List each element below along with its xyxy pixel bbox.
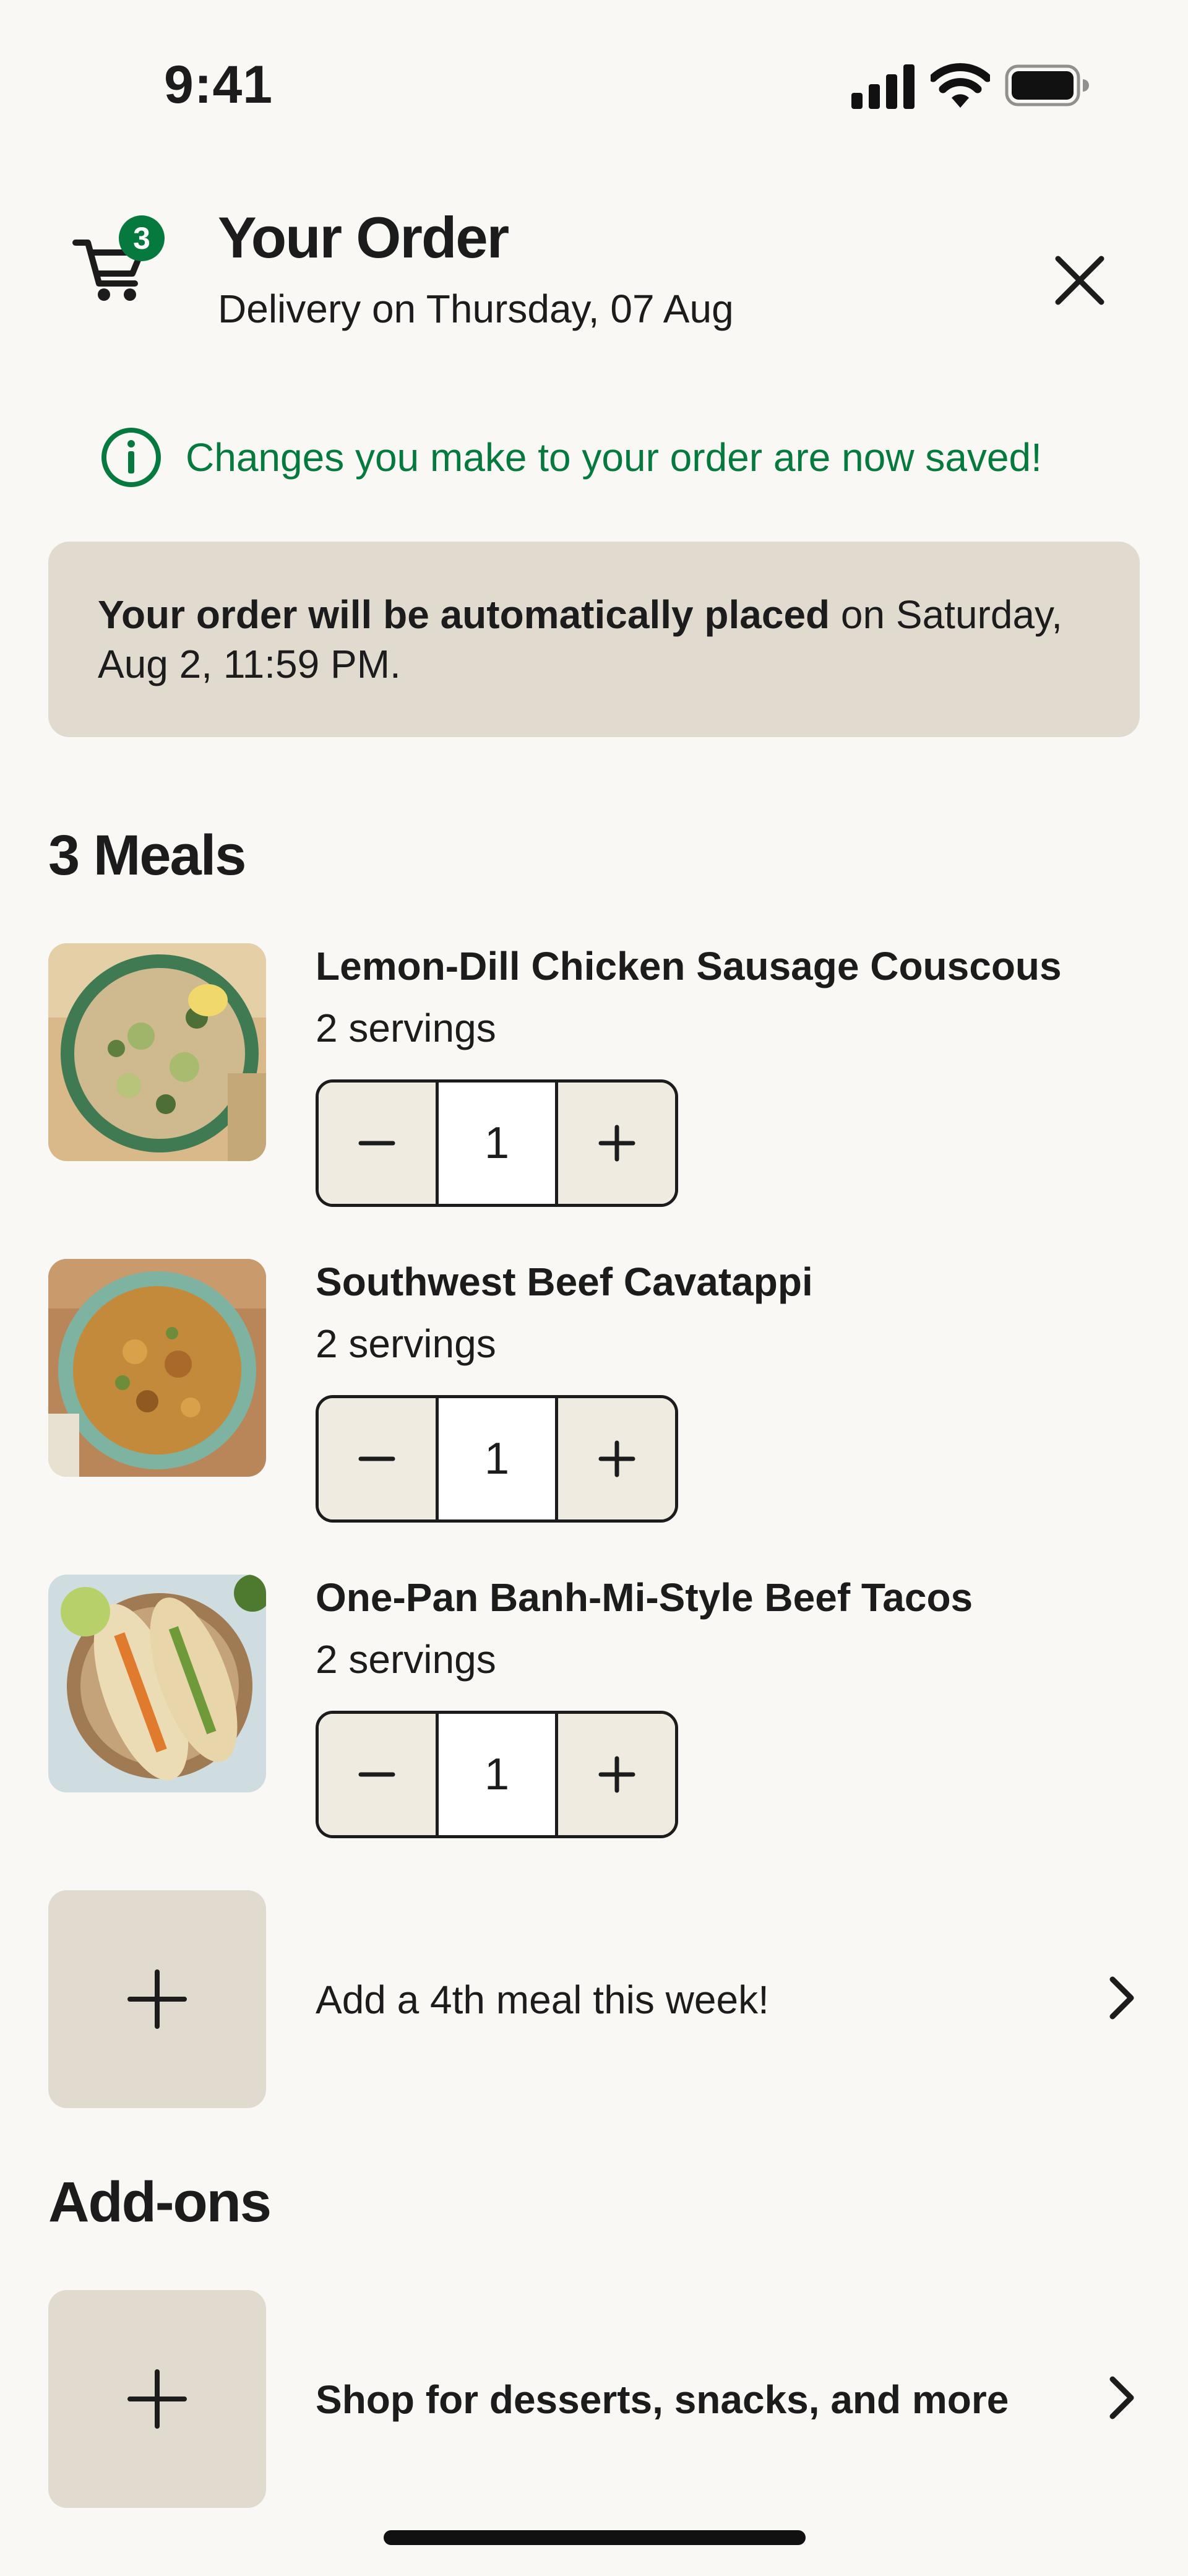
info-icon: [101, 428, 161, 487]
plus-icon: [127, 1969, 187, 2029]
quantity-value: 1: [435, 1714, 559, 1835]
decrement-button[interactable]: [319, 1398, 436, 1519]
add-meal-tile[interactable]: [48, 1890, 266, 2108]
close-icon[interactable]: [1046, 246, 1114, 314]
quantity-value: 1: [435, 1398, 559, 1519]
meal-image[interactable]: [48, 1259, 266, 1477]
quantity-value: 1: [435, 1083, 559, 1204]
plus-icon: [598, 1756, 635, 1793]
delivery-date: Delivery on Thursday, 07 Aug: [218, 287, 734, 331]
home-indicator[interactable]: [384, 2530, 806, 2545]
wifi-icon: [931, 63, 990, 108]
minus-icon: [358, 1141, 395, 1146]
decrement-button[interactable]: [319, 1083, 436, 1204]
shop-addons-tile[interactable]: [48, 2290, 266, 2508]
status-bar: 9:41: [0, 0, 1188, 142]
status-time: 9:41: [164, 55, 273, 115]
plus-icon: [127, 2369, 187, 2429]
plus-icon: [598, 1125, 635, 1162]
page-title: Your Order: [218, 205, 509, 270]
meal-image[interactable]: [48, 1575, 266, 1792]
meal-servings: 2 servings: [316, 1321, 496, 1366]
banner-bold-text: Your order will be automatically placed: [98, 592, 830, 637]
meal-name[interactable]: One-Pan Banh-Mi-Style Beef Tacos: [316, 1575, 973, 1620]
plus-icon: [598, 1440, 635, 1477]
quantity-stepper: 1: [316, 1395, 678, 1523]
addons-section-title: Add-ons: [48, 2171, 272, 2234]
auto-place-banner: Your order will be automatically placed …: [48, 542, 1140, 737]
add-meal-text[interactable]: Add a 4th meal this week!: [316, 1977, 769, 2023]
meal-item: One-Pan Banh-Mi-Style Beef Tacos 2 servi…: [48, 1575, 1162, 1838]
cart-count-badge: 3: [119, 215, 165, 261]
minus-icon: [358, 1456, 395, 1461]
meals-section-title: 3 Meals: [48, 824, 246, 887]
notice-text: Changes you make to your order are now s…: [186, 435, 1042, 480]
quantity-stepper: 1: [316, 1079, 678, 1207]
meal-servings: 2 servings: [316, 1006, 496, 1050]
shop-addons-row[interactable]: Shop for desserts, snacks, and more: [48, 2290, 1140, 2508]
add-meal-row[interactable]: Add a 4th meal this week!: [48, 1890, 1140, 2108]
meal-name[interactable]: Southwest Beef Cavatappi: [316, 1259, 813, 1305]
chevron-right-icon[interactable]: [1094, 2371, 1148, 2425]
signal-icon: [851, 64, 915, 109]
increment-button[interactable]: [558, 1714, 675, 1835]
battery-icon: [1005, 64, 1089, 106]
meal-servings: 2 servings: [316, 1637, 496, 1682]
shop-addons-text[interactable]: Shop for desserts, snacks, and more: [316, 2377, 1009, 2423]
chevron-right-icon[interactable]: [1094, 1971, 1148, 2025]
decrement-button[interactable]: [319, 1714, 436, 1835]
meal-image[interactable]: [48, 943, 266, 1161]
increment-button[interactable]: [558, 1083, 675, 1204]
meal-item: Lemon-Dill Chicken Sausage Couscous 2 se…: [48, 943, 1162, 1207]
meal-name[interactable]: Lemon-Dill Chicken Sausage Couscous: [316, 943, 1062, 989]
saved-notice: Changes you make to your order are now s…: [99, 423, 1042, 491]
minus-icon: [358, 1772, 395, 1777]
quantity-stepper: 1: [316, 1711, 678, 1838]
increment-button[interactable]: [558, 1398, 675, 1519]
meal-item: Southwest Beef Cavatappi 2 servings 1: [48, 1259, 1162, 1523]
